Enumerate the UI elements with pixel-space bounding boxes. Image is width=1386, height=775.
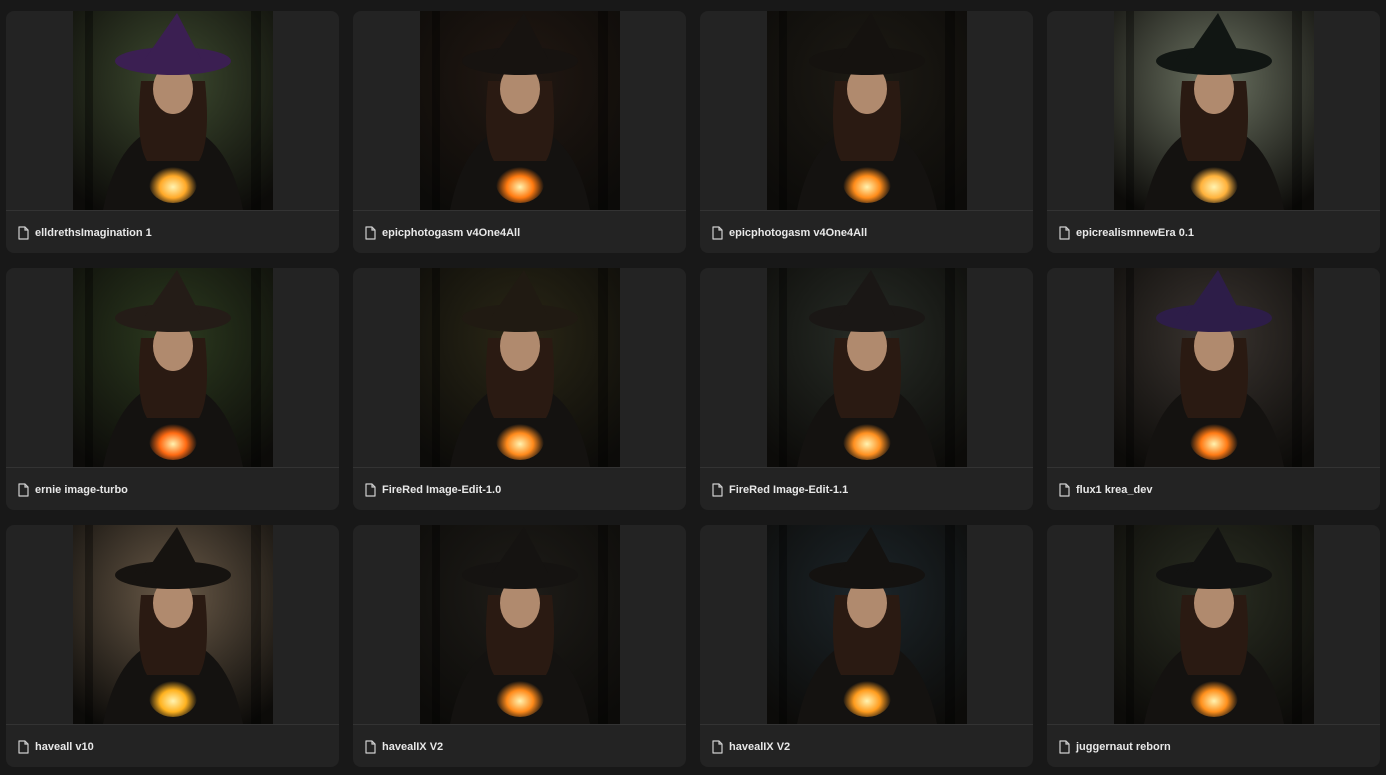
- thumbnail-image[interactable]: [73, 11, 273, 210]
- thumbnail-image[interactable]: [73, 525, 273, 724]
- card-divider: [1047, 724, 1380, 725]
- file-icon: [1059, 740, 1070, 754]
- card-title: epicrealismnewEra 0.1: [1076, 227, 1195, 239]
- image-card[interactable]: havealIX V2: [353, 525, 686, 767]
- image-card[interactable]: epicrealismnewEra 0.1: [1047, 11, 1380, 253]
- file-icon: [18, 740, 29, 754]
- card-caption: juggernaut reborn: [1059, 739, 1171, 755]
- thumbnail-image[interactable]: [767, 525, 967, 724]
- image-card[interactable]: ernie image-turbo: [6, 268, 339, 510]
- card-divider: [353, 724, 686, 725]
- file-icon: [1059, 226, 1070, 240]
- file-icon: [712, 483, 723, 497]
- card-caption: epicphotogasm v4One4All: [365, 225, 520, 241]
- file-icon: [712, 740, 723, 754]
- file-icon: [1059, 483, 1070, 497]
- card-title: elldrethsImagination 1: [35, 227, 152, 239]
- card-divider: [1047, 467, 1380, 468]
- card-divider: [700, 467, 1033, 468]
- thumbnail-image[interactable]: [73, 268, 273, 467]
- thumbnail-image[interactable]: [1114, 525, 1314, 724]
- image-card[interactable]: epicphotogasm v4One4All: [700, 11, 1033, 253]
- image-card[interactable]: epicphotogasm v4One4All: [353, 11, 686, 253]
- thumbnail-image[interactable]: [420, 525, 620, 724]
- card-divider: [353, 467, 686, 468]
- card-title: FireRed Image-Edit-1.1: [729, 484, 849, 496]
- card-caption: epicrealismnewEra 0.1: [1059, 225, 1194, 241]
- card-caption: FireRed Image-Edit-1.1: [712, 482, 848, 498]
- card-divider: [1047, 210, 1380, 211]
- image-card[interactable]: juggernaut reborn: [1047, 525, 1380, 767]
- image-card[interactable]: FireRed Image-Edit-1.0: [353, 268, 686, 510]
- card-caption: havealIX V2: [712, 739, 790, 755]
- image-grid: elldrethsImagination 1 epicphotogasm v4On…: [0, 0, 1386, 775]
- image-card[interactable]: elldrethsImagination 1: [6, 11, 339, 253]
- card-caption: FireRed Image-Edit-1.0: [365, 482, 501, 498]
- thumbnail-image[interactable]: [767, 268, 967, 467]
- card-caption: flux1 krea_dev: [1059, 482, 1152, 498]
- file-icon: [18, 226, 29, 240]
- file-icon: [365, 226, 376, 240]
- image-card[interactable]: havealIX V2: [700, 525, 1033, 767]
- file-icon: [712, 226, 723, 240]
- card-caption: ernie image-turbo: [18, 482, 128, 498]
- card-title: epicphotogasm v4One4All: [382, 227, 521, 239]
- card-title: havealIX V2: [729, 741, 791, 753]
- card-divider: [700, 724, 1033, 725]
- card-divider: [700, 210, 1033, 211]
- card-title: haveall v10: [35, 741, 94, 753]
- thumbnail-image[interactable]: [420, 268, 620, 467]
- card-divider: [6, 724, 339, 725]
- file-icon: [365, 483, 376, 497]
- card-title: juggernaut reborn: [1076, 741, 1171, 753]
- image-card[interactable]: FireRed Image-Edit-1.1: [700, 268, 1033, 510]
- image-card[interactable]: haveall v10: [6, 525, 339, 767]
- file-icon: [365, 740, 376, 754]
- card-title: ernie image-turbo: [35, 484, 128, 496]
- card-title: epicphotogasm v4One4All: [729, 227, 868, 239]
- card-divider: [6, 210, 339, 211]
- card-caption: haveall v10: [18, 739, 94, 755]
- card-divider: [353, 210, 686, 211]
- card-caption: havealIX V2: [365, 739, 443, 755]
- card-divider: [6, 467, 339, 468]
- card-title: havealIX V2: [382, 741, 444, 753]
- image-card[interactable]: flux1 krea_dev: [1047, 268, 1380, 510]
- card-title: FireRed Image-Edit-1.0: [382, 484, 502, 496]
- file-icon: [18, 483, 29, 497]
- thumbnail-image[interactable]: [420, 11, 620, 210]
- thumbnail-image[interactable]: [1114, 268, 1314, 467]
- thumbnail-image[interactable]: [1114, 11, 1314, 210]
- card-title: flux1 krea_dev: [1076, 484, 1153, 496]
- card-caption: epicphotogasm v4One4All: [712, 225, 867, 241]
- thumbnail-image[interactable]: [767, 11, 967, 210]
- card-caption: elldrethsImagination 1: [18, 225, 152, 241]
